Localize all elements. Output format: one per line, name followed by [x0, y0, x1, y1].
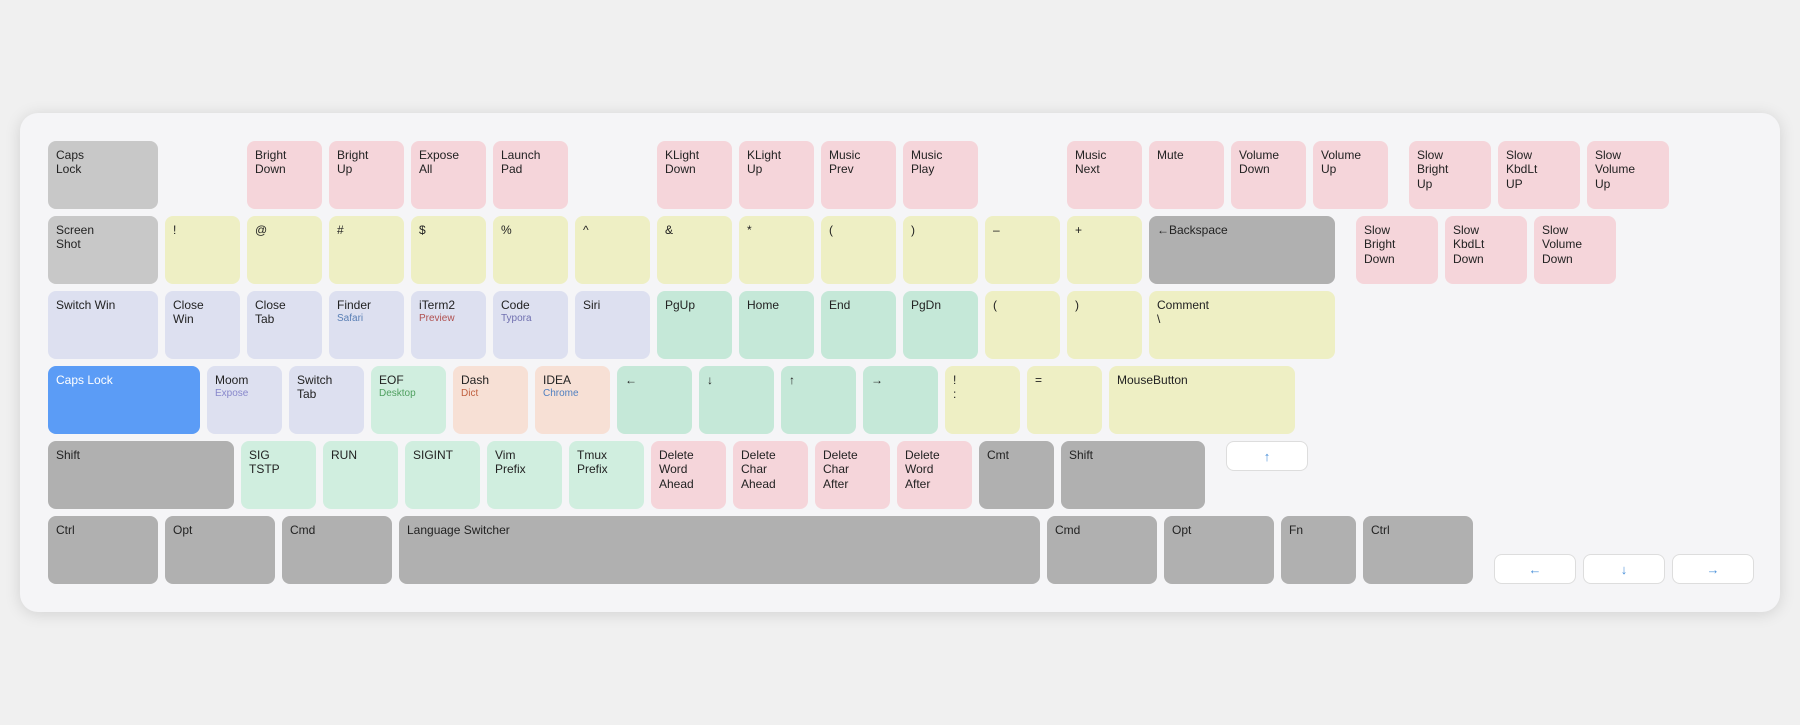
hash-key[interactable]: # [329, 216, 404, 284]
close-tab-key[interactable]: CloseTab [247, 291, 322, 359]
arrow-up-right-key[interactable]: ↑ [1226, 441, 1308, 471]
ctrl-right-key[interactable]: Ctrl [1363, 516, 1473, 584]
arrow-down-bottom-key[interactable]: ↓ [1583, 554, 1665, 584]
plus-key[interactable]: + [1067, 216, 1142, 284]
code-key[interactable]: Code Typora [493, 291, 568, 359]
shift-left-key[interactable]: Shift [48, 441, 234, 509]
music-prev-key[interactable]: MusicPrev [821, 141, 896, 209]
klight-down-key[interactable]: KLightDown [657, 141, 732, 209]
slow-volume-down-key[interactable]: SlowVolumeDown [1534, 216, 1616, 284]
expose-all-key[interactable]: ExposeAll [411, 141, 486, 209]
pgup-key[interactable]: PgUp [657, 291, 732, 359]
comment-key[interactable]: Comment \ [1149, 291, 1335, 359]
tmux-prefix-key[interactable]: TmuxPrefix [569, 441, 644, 509]
rparen2-key[interactable]: ) [1067, 291, 1142, 359]
switch-win-key[interactable]: Switch Win [48, 291, 158, 359]
arrow-up-key[interactable]: ↑ [781, 366, 856, 434]
at-key[interactable]: @ [247, 216, 322, 284]
close-win-key[interactable]: CloseWin [165, 291, 240, 359]
dollar-key[interactable]: $ [411, 216, 486, 284]
bright-up-key[interactable]: BrightUp [329, 141, 404, 209]
opt-left-key[interactable]: Opt [165, 516, 275, 584]
equals-key[interactable]: = [1027, 366, 1102, 434]
keyboard: CapsLock BrightDown BrightUp ExposeAll L… [20, 113, 1780, 612]
del-char-ahead-key[interactable]: DeleteCharAhead [733, 441, 808, 509]
del-word-ahead-key[interactable]: DeleteWordAhead [651, 441, 726, 509]
launch-pad-key[interactable]: LaunchPad [493, 141, 568, 209]
arrow-right-key[interactable]: → [863, 366, 938, 434]
siri-key[interactable]: Siri [575, 291, 650, 359]
rparen-key[interactable]: ) [903, 216, 978, 284]
cmd-left-key[interactable]: Cmd [282, 516, 392, 584]
arrow-right-bottom-key[interactable]: → [1672, 554, 1754, 584]
fn-key[interactable]: Fn [1281, 516, 1356, 584]
pct-key[interactable]: % [493, 216, 568, 284]
switch-tab-key[interactable]: SwitchTab [289, 366, 364, 434]
vim-prefix-key[interactable]: VimPrefix [487, 441, 562, 509]
eof-key[interactable]: EOF Desktop [371, 366, 446, 434]
del-word-after-key[interactable]: DeleteWordAfter [897, 441, 972, 509]
minus-key[interactable]: – [985, 216, 1060, 284]
volume-up-key[interactable]: VolumeUp [1313, 141, 1388, 209]
volume-down-key[interactable]: VolumeDown [1231, 141, 1306, 209]
backspace-key[interactable]: ←Backspace [1149, 216, 1335, 284]
excl-key[interactable]: ! [165, 216, 240, 284]
bright-down-key[interactable]: BrightDown [247, 141, 322, 209]
finder-key[interactable]: Finder Safari [329, 291, 404, 359]
run-key[interactable]: RUN [323, 441, 398, 509]
caps-lock-key[interactable]: Caps Lock [48, 366, 200, 434]
slow-kbd-lt-down-key[interactable]: SlowKbdLtDown [1445, 216, 1527, 284]
lparen-key[interactable]: ( [821, 216, 896, 284]
sigint-key[interactable]: SIGINT [405, 441, 480, 509]
moom-key[interactable]: Moom Expose [207, 366, 282, 434]
star-key[interactable]: * [739, 216, 814, 284]
arrow-down-key[interactable]: ↓ [699, 366, 774, 434]
opt-right-key[interactable]: Opt [1164, 516, 1274, 584]
ctrl-left-key[interactable]: Ctrl [48, 516, 158, 584]
mouse-button-key[interactable]: MouseButton [1109, 366, 1295, 434]
end-key[interactable]: End [821, 291, 896, 359]
slow-bright-down-key[interactable]: SlowBrightDown [1356, 216, 1438, 284]
cmt-key[interactable]: Cmt [979, 441, 1054, 509]
home-key[interactable]: Home [739, 291, 814, 359]
del-char-after-key[interactable]: DeleteCharAfter [815, 441, 890, 509]
iterm2-key[interactable]: iTerm2 Preview [411, 291, 486, 359]
caps-lock-placeholder[interactable]: CapsLock [48, 141, 158, 209]
arrow-left-bottom-key[interactable]: ← [1494, 554, 1576, 584]
caret-key[interactable]: ^ [575, 216, 650, 284]
cmd-right-key[interactable]: Cmd [1047, 516, 1157, 584]
lparen2-key[interactable]: ( [985, 291, 1060, 359]
slow-volume-up-key[interactable]: SlowVolumeUp [1587, 141, 1669, 209]
music-play-key[interactable]: MusicPlay [903, 141, 978, 209]
lang-switcher-key[interactable]: Language Switcher [399, 516, 1040, 584]
screenshot-key[interactable]: ScreenShot [48, 216, 158, 284]
shift-right-key[interactable]: Shift [1061, 441, 1205, 509]
idea-key[interactable]: IDEA Chrome [535, 366, 610, 434]
pgdn-key[interactable]: PgDn [903, 291, 978, 359]
slow-kbd-lt-up-key[interactable]: SlowKbdLtUP [1498, 141, 1580, 209]
amp-key[interactable]: & [657, 216, 732, 284]
arrow-left-key[interactable]: ← [617, 366, 692, 434]
slow-bright-up-key[interactable]: SlowBrightUp [1409, 141, 1491, 209]
klight-up-key[interactable]: KLightUp [739, 141, 814, 209]
dash-key[interactable]: Dash Dict [453, 366, 528, 434]
excl-colon-key[interactable]: ! : [945, 366, 1020, 434]
music-next-key[interactable]: MusicNext [1067, 141, 1142, 209]
sig-tstp-key[interactable]: SIGTSTP [241, 441, 316, 509]
mute-key[interactable]: Mute [1149, 141, 1224, 209]
